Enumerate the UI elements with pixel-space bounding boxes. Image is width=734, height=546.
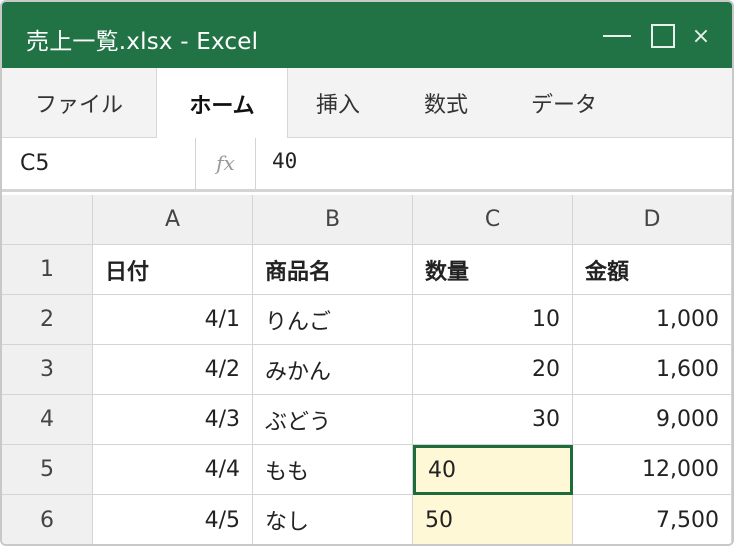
cell-d5[interactable]: 12,000 — [573, 445, 732, 495]
cell-b1[interactable]: 商品名 — [253, 245, 413, 295]
excel-window: 売上一覧.xlsx - Excel × ファイル ホーム 挿入 数式 データ C… — [0, 0, 734, 546]
cell-c4[interactable]: 30 — [413, 395, 573, 445]
row-header-1[interactable]: 1 — [2, 245, 93, 295]
name-box[interactable]: C5 — [2, 138, 196, 189]
cell-c6[interactable]: 50 — [413, 495, 573, 544]
maximize-button[interactable] — [646, 16, 680, 56]
cell-a1[interactable]: 日付 — [93, 245, 253, 295]
close-icon: × — [691, 23, 711, 49]
column-header-a[interactable]: A — [93, 195, 253, 245]
column-header-b[interactable]: B — [253, 195, 413, 245]
cell-b5[interactable]: もも — [253, 445, 413, 495]
cell-d2[interactable]: 1,000 — [573, 295, 732, 345]
cell-b3[interactable]: みかん — [253, 345, 413, 395]
cell-a4[interactable]: 4/3 — [93, 395, 253, 445]
row-header-3[interactable]: 3 — [2, 345, 93, 395]
cell-c2[interactable]: 10 — [413, 295, 573, 345]
tab-data[interactable]: データ — [504, 68, 624, 138]
row-header-4[interactable]: 4 — [2, 395, 93, 445]
cell-a5[interactable]: 4/4 — [93, 445, 253, 495]
title-bar: 売上一覧.xlsx - Excel × — [2, 2, 732, 68]
tab-file[interactable]: ファイル — [2, 68, 156, 138]
cell-a2[interactable]: 4/1 — [93, 295, 253, 345]
cell-c5-active[interactable]: 40 — [413, 445, 573, 495]
cell-d1[interactable]: 金額 — [573, 245, 732, 295]
cell-c3[interactable]: 20 — [413, 345, 573, 395]
row-header-6[interactable]: 6 — [2, 495, 93, 544]
row-header-2[interactable]: 2 — [2, 295, 93, 345]
cell-a6[interactable]: 4/5 — [93, 495, 253, 544]
formula-input[interactable]: 40 — [272, 138, 297, 189]
select-all-corner[interactable] — [2, 195, 93, 245]
minimize-icon — [603, 35, 631, 37]
column-header-d[interactable]: D — [573, 195, 732, 245]
cell-c1[interactable]: 数量 — [413, 245, 573, 295]
row-header-5[interactable]: 5 — [2, 445, 93, 495]
cell-b4[interactable]: ぶどう — [253, 395, 413, 445]
close-button[interactable]: × — [686, 16, 716, 56]
cell-a3[interactable]: 4/2 — [93, 345, 253, 395]
cell-d6[interactable]: 7,500 — [573, 495, 732, 544]
spreadsheet-grid: A B C D 1 日付 商品名 数量 金額 2 4/1 りんご 10 1,00… — [2, 195, 732, 544]
column-header-c[interactable]: C — [413, 195, 573, 245]
cell-b2[interactable]: りんご — [253, 295, 413, 345]
tab-formulas[interactable]: 数式 — [388, 68, 504, 138]
tab-insert[interactable]: 挿入 — [288, 68, 388, 138]
maximize-icon — [651, 24, 675, 48]
function-icon[interactable]: fx — [196, 138, 256, 189]
window-title: 売上一覧.xlsx - Excel — [26, 29, 259, 55]
cell-d3[interactable]: 1,600 — [573, 345, 732, 395]
tab-home[interactable]: ホーム — [156, 68, 288, 139]
formula-bar: C5 fx 40 — [2, 138, 732, 192]
minimize-button[interactable] — [600, 16, 634, 56]
cell-b6[interactable]: なし — [253, 495, 413, 544]
ribbon-tabs: ファイル ホーム 挿入 数式 データ — [2, 68, 732, 139]
cell-d4[interactable]: 9,000 — [573, 395, 732, 445]
